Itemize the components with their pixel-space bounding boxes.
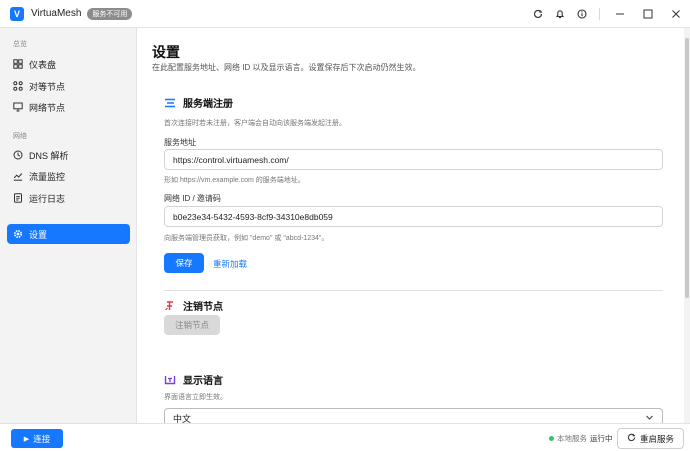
section-title: 注销节点 [183, 302, 223, 313]
server-icon [164, 97, 176, 109]
app-logo: V [10, 6, 24, 21]
scrollbar-thumb[interactable] [685, 38, 689, 298]
sidebar-item-dns[interactable]: DNS 解析 [7, 145, 130, 165]
chevron-down-icon [645, 413, 654, 423]
status-badge: 服务不可用 [87, 7, 133, 20]
connect-label: 连接 [33, 433, 51, 444]
sidebar-item-label: 设置 [29, 229, 48, 240]
minimize-button[interactable] [606, 0, 634, 28]
monitor-icon [13, 102, 23, 112]
unregister-node-button[interactable]: 注销节点 [164, 315, 220, 335]
restart-icon [627, 433, 636, 444]
dashboard-icon [13, 59, 23, 69]
nav-group-overview: 总览 [13, 41, 27, 48]
sidebar-item-traffic[interactable]: 流量监控 [7, 166, 130, 186]
server-registration-heading: 服务端注册 [164, 95, 233, 110]
nav-group-network: 网络 [13, 133, 27, 140]
sidebar-item-settings[interactable]: 设置 [7, 224, 130, 244]
maximize-button[interactable] [634, 0, 662, 28]
network-id-input[interactable]: b0e23e34-5432-4593-8cf9-34310e8db059 [164, 206, 663, 227]
reload-button[interactable]: 重新加载 [213, 258, 247, 270]
register-hint: 首次连接时若未注册，客户端会自动向该服务端发起注册。 [164, 120, 346, 127]
language-select[interactable]: 中文 [164, 408, 663, 423]
section-title: 显示语言 [183, 376, 223, 387]
page-title: 设置 [152, 44, 180, 60]
local-service-label: 本地服务 [557, 434, 587, 443]
language-hint: 界面语言立即生效。 [164, 394, 227, 401]
sidebar-item-peers[interactable]: 对等节点 [7, 76, 130, 96]
network-id-label: 网络 ID / 邀请码 [164, 194, 221, 203]
page-subtitle: 在此配置服务地址、网络 ID 以及显示语言。设置保存后下次启动仍然生效。 [152, 63, 421, 72]
sidebar-item-label: DNS 解析 [29, 150, 69, 161]
restart-label: 重启服务 [639, 433, 674, 444]
service-state: 运行中 [590, 434, 613, 443]
sidebar: 总览 仪表盘 对等节点 网络节点 网络 DNS 解析 流量监控 运行日志 设置 [0, 28, 137, 423]
sidebar-item-label: 网络节点 [29, 102, 66, 113]
sidebar-item-label: 流量监控 [29, 171, 66, 182]
sidebar-item-label: 对等节点 [29, 81, 66, 92]
peers-icon [13, 81, 23, 91]
server-address-label: 服务地址 [164, 138, 196, 147]
play-icon: ▶ [23, 435, 30, 443]
gear-icon [13, 229, 23, 239]
sidebar-item-label: 运行日志 [29, 193, 66, 204]
close-button[interactable] [662, 0, 690, 28]
language-select-value: 中文 [173, 413, 192, 424]
language-icon [164, 374, 176, 386]
main-scrollbar[interactable] [684, 28, 690, 423]
traffic-chart-icon [13, 171, 23, 181]
toolbar-divider [599, 8, 600, 20]
section-divider [164, 290, 663, 291]
title-bar: V VirtuaMesh 服务不可用 [0, 0, 690, 28]
unregister-heading: 注销节点 [164, 298, 223, 313]
connect-button[interactable]: ▶ 连接 [11, 429, 63, 448]
display-language-heading: 显示语言 [164, 372, 223, 387]
bell-icon[interactable] [549, 0, 571, 28]
sidebar-item-logs[interactable]: 运行日志 [7, 188, 130, 208]
sidebar-item-dashboard[interactable]: 仪表盘 [7, 54, 130, 74]
sidebar-item-label: 仪表盘 [29, 59, 57, 70]
bottom-bar: ▶ 连接 本地服务 运行中 重启服务 [0, 423, 690, 451]
server-address-help: 形如 https://vm.example.com 的服务端地址。 [164, 177, 305, 184]
dns-icon [13, 150, 23, 160]
sidebar-item-network-nodes[interactable]: 网络节点 [7, 97, 130, 117]
server-address-input[interactable]: https://control.virtuamesh.com/ [164, 149, 663, 170]
refresh-icon[interactable] [527, 0, 549, 28]
info-icon[interactable] [571, 0, 593, 28]
unlink-icon [164, 300, 176, 312]
network-id-help: 向服务端管理员获取，例如 "demo" 或 "abcd-1234"。 [164, 235, 329, 242]
log-icon [13, 193, 23, 203]
restart-service-button[interactable]: 重启服务 [617, 428, 684, 449]
settings-panel: 设置 在此配置服务地址、网络 ID 以及显示语言。设置保存后下次启动仍然生效。 … [137, 28, 690, 423]
app-name: VirtuaMesh [31, 8, 82, 19]
service-status-dot [549, 436, 554, 441]
section-title: 服务端注册 [183, 99, 233, 110]
save-button[interactable]: 保存 [164, 253, 204, 273]
